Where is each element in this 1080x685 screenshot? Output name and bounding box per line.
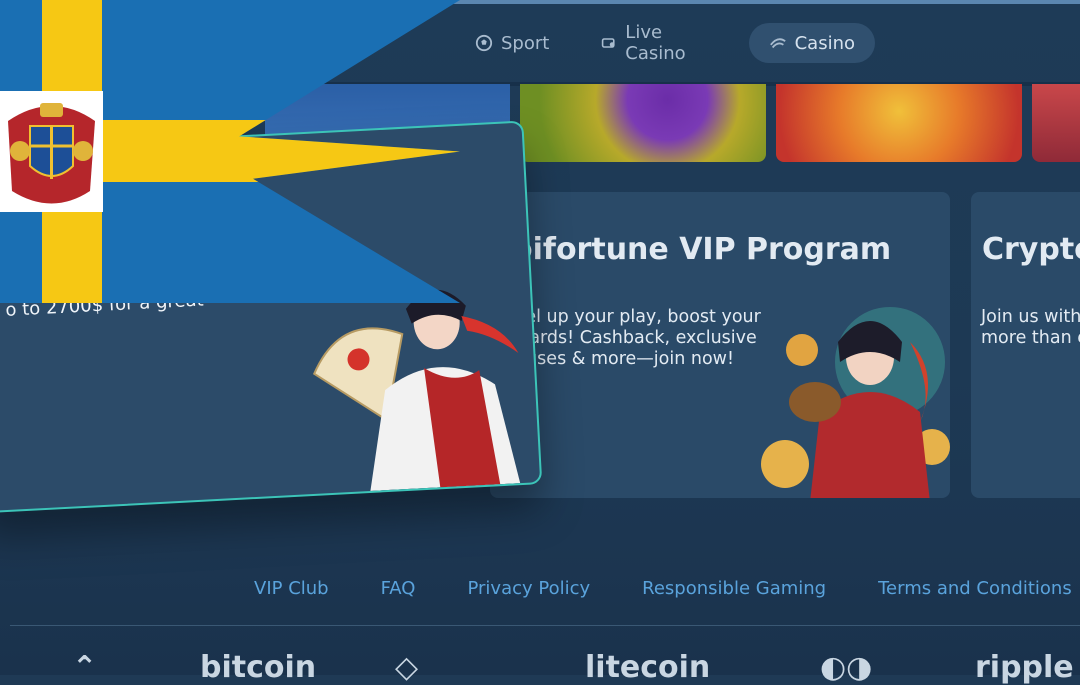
crypto-card-text: Join us with more than e (981, 307, 1080, 348)
footer-links: VIP Club FAQ Privacy Policy Responsible … (254, 578, 1072, 599)
footer-link-faq[interactable]: FAQ (381, 578, 416, 599)
coat-of-arms-emblem (0, 91, 103, 212)
game-thumbnail[interactable] (1032, 84, 1080, 162)
footer-link-vip-club[interactable]: VIP Club (254, 578, 329, 599)
tab-casino[interactable]: Casino (748, 23, 875, 63)
category-nav: Sport Live Casino Casino (455, 20, 875, 66)
soccer-ball-icon (475, 34, 493, 52)
tab-sport-label: Sport (501, 32, 550, 54)
tab-live-casino[interactable]: Live Casino (581, 22, 736, 64)
dealer-icon (602, 38, 615, 48)
footer-divider (10, 625, 1080, 626)
top-border (440, 0, 1080, 4)
tab-sport[interactable]: Sport (455, 23, 569, 63)
ripple-logo: ripple (975, 650, 1074, 685)
bitcoin-logo: bitcoin (200, 650, 317, 685)
vip-card-text: vel up your play, boost your wards! Cash… (515, 307, 761, 369)
geisha-fan-illustration (312, 289, 521, 491)
tab-casino-label: Casino (794, 32, 855, 54)
crypto-card[interactable]: Crypto Join us with more than e (971, 192, 1080, 498)
slot-icon (769, 38, 786, 49)
tab-live-casino-label: Live Casino (625, 22, 686, 64)
litecoin-logo: litecoin (585, 650, 711, 685)
geisha-illustration (761, 307, 950, 498)
ethereum-logo-icon: ◇ (395, 650, 419, 685)
footer-link-terms[interactable]: Terms and Conditions (878, 578, 1072, 599)
game-thumbnail[interactable] (776, 84, 1022, 162)
footer-link-responsible-gaming[interactable]: Responsible Gaming (642, 578, 826, 599)
vip-program-card[interactable]: oifortune VIP Program vel up your play, … (490, 192, 950, 498)
game-thumbnail[interactable] (520, 84, 766, 162)
payment-logo-icon: ⌃ (72, 650, 98, 685)
vip-card-title: oifortune VIP Program (512, 232, 892, 267)
crypto-card-title: Crypto (982, 232, 1080, 267)
footer-link-privacy-policy[interactable]: Privacy Policy (467, 578, 590, 599)
mastercard-logo-icon: ◐◑ (820, 650, 873, 685)
